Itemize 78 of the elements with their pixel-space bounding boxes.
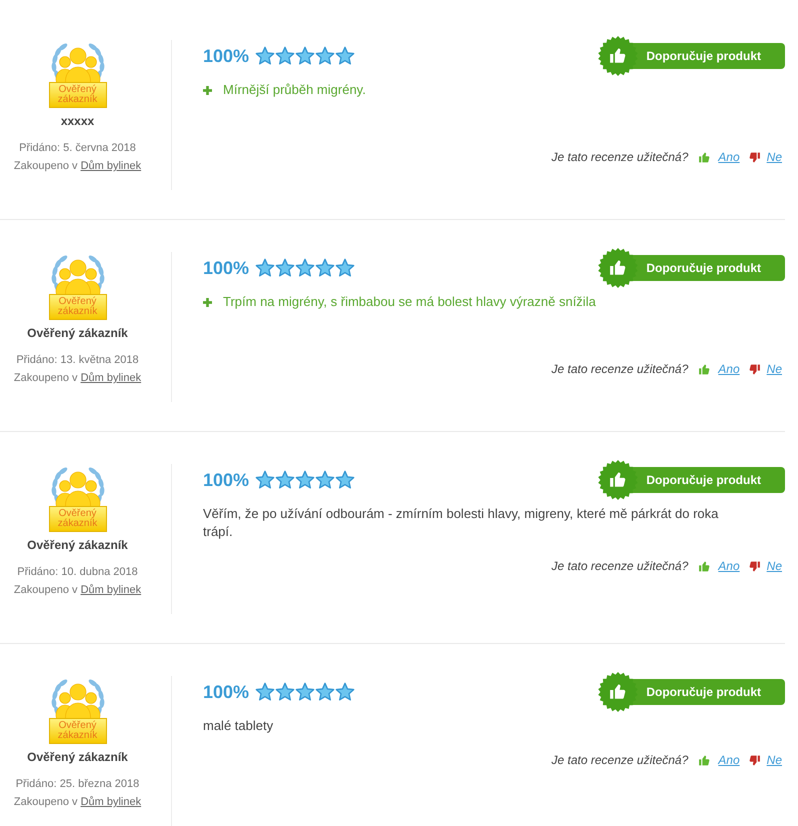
author-name: Ověřený zákazník [27, 326, 128, 341]
thumbs-up-icon [698, 560, 712, 572]
badge-label: Ověřený zákazník [48, 82, 106, 108]
purchase-info: Zakoupeno v Dům bylinek [14, 583, 142, 598]
thumbs-up-seal-icon [598, 672, 642, 712]
thumbs-down-icon [748, 560, 761, 572]
star-icon [255, 258, 276, 278]
star-icon [295, 682, 316, 702]
purchase-info: Zakoupeno v Dům bylinek [14, 371, 142, 386]
star-icon [275, 46, 296, 66]
author-name: xxxxx [60, 114, 94, 129]
author-name: Ověřený zákazník [27, 750, 128, 765]
no-link[interactable]: Ne [766, 149, 782, 165]
author-name: Ověřený zákazník [27, 538, 128, 553]
star-icon [275, 682, 296, 702]
purchase-info: Zakoupeno v Dům bylinek [14, 159, 142, 174]
star-icon [335, 258, 356, 278]
helpful-question: Je tato recenze užitečná? [552, 149, 688, 165]
thumbs-up-seal-icon [598, 248, 642, 288]
shop-link[interactable]: Dům bylinek [80, 160, 142, 172]
thumbs-up-seal-icon [598, 36, 642, 76]
shop-link[interactable]: Dům bylinek [80, 372, 142, 384]
recommend-label: Doporučuje produkt [642, 255, 785, 281]
badge-label: Ověřený zákazník [48, 294, 106, 320]
yes-link[interactable]: Ano [718, 558, 740, 574]
thumbs-up-icon [698, 362, 712, 376]
star-icon [315, 258, 336, 278]
plus-icon [203, 298, 212, 306]
rating-percent: 100% [203, 469, 250, 491]
badge-label: Ověřený zákazník [48, 506, 106, 532]
star-icon [255, 470, 276, 490]
yes-link[interactable]: Ano [718, 149, 740, 165]
star-icon [255, 46, 276, 66]
star-icon [315, 682, 336, 702]
rating-percent: 100% [203, 257, 250, 279]
thumbs-down-icon [748, 362, 761, 376]
rating-percent: 100% [203, 45, 250, 67]
date-added: Přidáno: 10. dubna 2018 [17, 565, 138, 580]
star-icon [295, 470, 316, 490]
purchase-info: Zakoupeno v Dům bylinek [14, 795, 142, 810]
star-icon [315, 470, 336, 490]
star-icon [295, 258, 316, 278]
yes-link[interactable]: Ano [718, 752, 740, 768]
no-link[interactable]: Ne [766, 361, 782, 377]
recommend-label: Doporučuje produkt [642, 43, 785, 69]
thumbs-down-icon [748, 150, 761, 164]
date-added: Přidáno: 25. března 2018 [16, 777, 140, 792]
star-icon [255, 682, 276, 702]
star-icon [275, 470, 296, 490]
thumbs-up-icon [698, 150, 712, 164]
date-added: Přidáno: 5. června 2018 [19, 141, 136, 156]
thumbs-up-seal-icon [598, 460, 642, 500]
recommend-label: Doporučuje produkt [642, 679, 785, 705]
date-added: Přidáno: 13. května 2018 [16, 353, 139, 368]
star-icon [335, 46, 356, 66]
star-icon [315, 46, 336, 66]
no-link[interactable]: Ne [766, 558, 782, 574]
yes-link[interactable]: Ano [718, 361, 740, 377]
helpful-question: Je tato recenze užitečná? [552, 361, 688, 377]
rating-percent: 100% [203, 681, 250, 703]
pro-text: Trpím na migrény, s řimbabou se má bolest hlavy výrazně snížila [223, 293, 596, 311]
review-text: Věřím, že po užívání odbourám - zmírním bolesti hlavy, migreny, které mě párkrát do roka trápí. [203, 505, 720, 541]
star-icon [335, 682, 356, 702]
shop-link[interactable]: Dům bylinek [80, 584, 142, 596]
star-icon [335, 470, 356, 490]
thumbs-down-icon [748, 754, 761, 766]
star-icon [295, 46, 316, 66]
helpful-question: Je tato recenze užitečná? [552, 752, 688, 768]
review-text: malé tablety [203, 717, 274, 735]
recommend-label: Doporučuje produkt [642, 467, 785, 493]
badge-label: Ověřený zákazník [48, 718, 106, 744]
thumbs-up-icon [698, 754, 712, 766]
pro-text: Mírnější průběh migrény. [223, 81, 366, 99]
star-icon [275, 258, 296, 278]
plus-icon [203, 86, 212, 94]
no-link[interactable]: Ne [766, 752, 782, 768]
shop-link[interactable]: Dům bylinek [80, 796, 142, 808]
helpful-question: Je tato recenze užitečná? [552, 558, 688, 574]
